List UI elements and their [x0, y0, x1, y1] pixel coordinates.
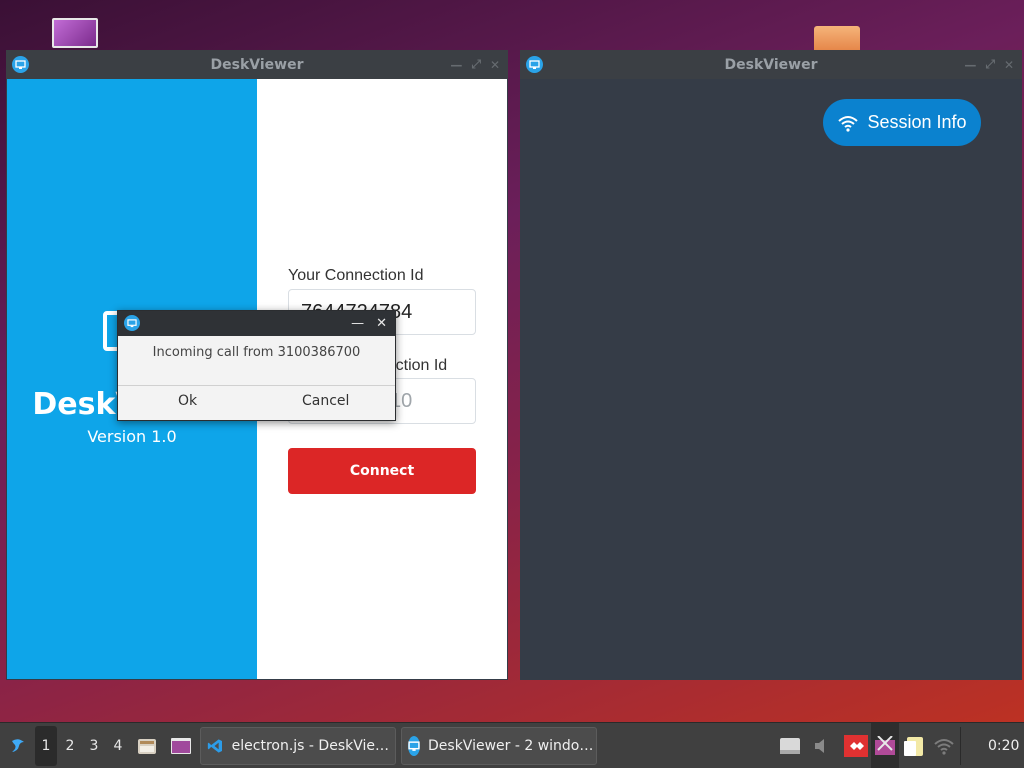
network-wifi-icon[interactable]: [930, 723, 958, 768]
anydesk-icon[interactable]: [842, 723, 870, 768]
connect-button[interactable]: Connect: [288, 448, 476, 494]
image-file-icon[interactable]: [52, 18, 98, 48]
app-version: Version 1.0: [87, 427, 177, 446]
volume-muted-icon[interactable]: [808, 723, 836, 768]
task-electron-vscode[interactable]: electron.js - DeskVie…: [200, 727, 396, 765]
screenshot-tool-icon[interactable]: [871, 723, 899, 768]
close-icon[interactable]: ✕: [1004, 58, 1014, 72]
cancel-button[interactable]: Cancel: [302, 393, 349, 409]
deskviewer-app-icon: [124, 315, 140, 331]
session-info-button[interactable]: Session Info: [823, 99, 981, 146]
dialog-controls: — ✕: [351, 311, 387, 336]
incoming-call-dialog: — ✕ Incoming call from 3100386700 Ok Can…: [117, 310, 396, 421]
deskviewer-icon: [408, 736, 420, 756]
drive-icon[interactable]: [776, 723, 804, 768]
tray-divider: [960, 727, 961, 765]
dialog-message: Incoming call from 3100386700: [152, 345, 361, 360]
maximize-icon[interactable]: ⤢: [471, 57, 481, 72]
image-viewer-icon[interactable]: [169, 723, 193, 768]
clock[interactable]: 0:20: [988, 723, 1024, 768]
remote-session-view: Session Info: [521, 79, 1021, 679]
task-deskviewer[interactable]: DeskViewer - 2 windo…: [401, 727, 597, 765]
window-titlebar[interactable]: DeskViewer — ⤢ ✕: [6, 50, 508, 79]
workspace-4-button[interactable]: 4: [107, 726, 129, 766]
task-label: DeskViewer - 2 windo…: [428, 738, 594, 754]
dialog-titlebar[interactable]: — ✕: [118, 311, 395, 336]
ok-button[interactable]: Ok: [178, 393, 197, 409]
dialog-divider: [118, 385, 395, 386]
task-label: electron.js - DeskVie…: [231, 738, 389, 754]
deskviewer-app-icon: [526, 56, 543, 73]
file-manager-icon[interactable]: [135, 723, 159, 768]
minimize-icon[interactable]: —: [964, 58, 976, 72]
window-controls: — ⤢ ✕: [450, 50, 500, 79]
deskviewer-remote-window: DeskViewer — ⤢ ✕ Session Info: [520, 50, 1022, 680]
workspace-1-button[interactable]: 1: [35, 726, 57, 766]
window-title: DeskViewer: [724, 56, 818, 73]
minimize-icon[interactable]: —: [351, 316, 364, 331]
workspace-3-button[interactable]: 3: [83, 726, 105, 766]
deskviewer-app-icon: [12, 56, 29, 73]
vscode-icon: [207, 739, 222, 753]
wifi-icon: [838, 115, 859, 132]
workspace-2-button[interactable]: 2: [59, 726, 81, 766]
close-icon[interactable]: ✕: [376, 316, 387, 331]
maximize-icon[interactable]: ⤢: [985, 57, 995, 72]
app-menu-icon[interactable]: [4, 723, 32, 768]
taskbar: 1 2 3 4 electron.js - DeskVie… DeskViewe…: [0, 722, 1024, 768]
window-controls: — ⤢ ✕: [964, 50, 1014, 79]
window-title: DeskViewer: [210, 56, 304, 73]
session-info-label: Session Info: [867, 112, 967, 132]
your-connection-id-label: Your Connection Id: [288, 267, 424, 284]
clipboard-icon[interactable]: [901, 723, 929, 768]
close-icon[interactable]: ✕: [490, 58, 500, 72]
folder-icon[interactable]: [814, 26, 860, 50]
minimize-icon[interactable]: —: [450, 58, 462, 72]
window-titlebar[interactable]: DeskViewer — ⤢ ✕: [520, 50, 1022, 79]
